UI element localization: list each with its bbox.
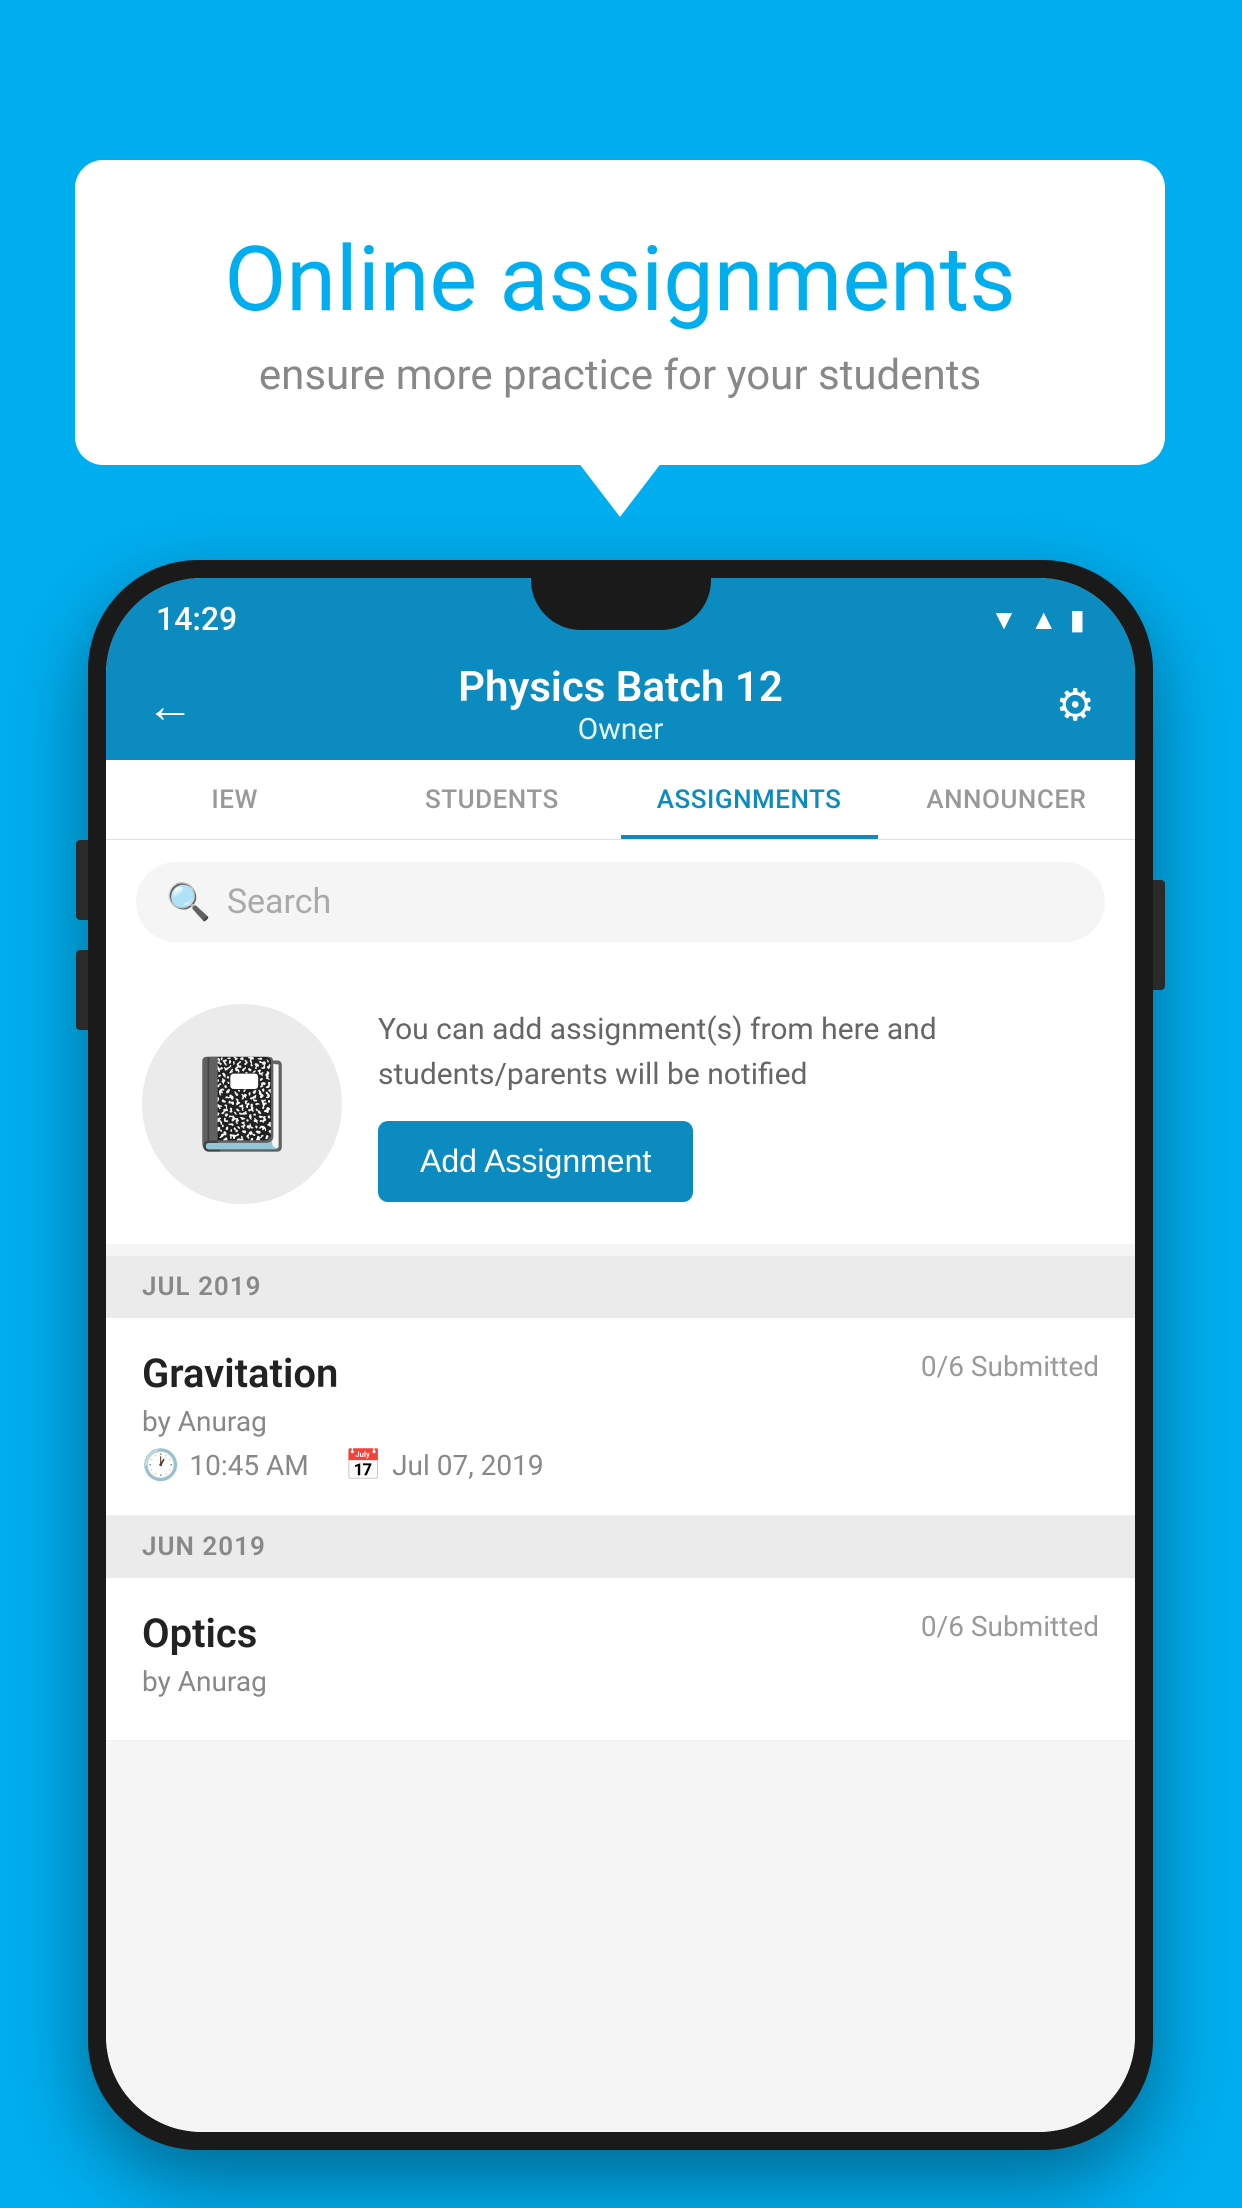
assignment-title-optics: Optics <box>142 1610 257 1657</box>
signal-icon: ▲ <box>1030 603 1058 636</box>
assignment-row: Gravitation 0/6 Submitted <box>142 1350 1099 1397</box>
search-icon: 🔍 <box>166 881 211 923</box>
batch-title: Physics Batch 12 <box>216 663 1025 712</box>
section-header-jul: JUL 2019 <box>106 1256 1135 1318</box>
search-placeholder: Search <box>227 882 331 922</box>
volume-button-2 <box>76 950 88 1030</box>
assignment-meta: 🕐 10:45 AM 📅 Jul 07, 2019 <box>142 1448 1099 1483</box>
phone-mockup: 14:29 ▼ ▲ ▮ ← Physics Batch 12 Owner ⚙ <box>88 560 1153 2150</box>
tab-students[interactable]: STUDENTS <box>363 760 620 839</box>
assignment-submitted: 0/6 Submitted <box>921 1350 1099 1383</box>
tab-iew[interactable]: IEW <box>106 760 363 839</box>
tab-assignments[interactable]: ASSIGNMENTS <box>621 760 878 839</box>
assignment-row-optics: Optics 0/6 Submitted <box>142 1610 1099 1657</box>
assignment-item-optics[interactable]: Optics 0/6 Submitted by Anurag <box>106 1578 1135 1741</box>
settings-button[interactable]: ⚙ <box>1025 679 1095 731</box>
assignment-by: by Anurag <box>142 1405 1099 1438</box>
assignment-time: 🕐 10:45 AM <box>142 1448 309 1483</box>
date-value: Jul 07, 2019 <box>392 1449 544 1482</box>
assignment-title: Gravitation <box>142 1350 338 1397</box>
assignment-submitted-optics: 0/6 Submitted <box>921 1610 1099 1643</box>
time-value: 10:45 AM <box>189 1449 308 1482</box>
wifi-icon: ▼ <box>990 603 1018 636</box>
section-header-jun: JUN 2019 <box>106 1516 1135 1578</box>
assignment-date: 📅 Jul 07, 2019 <box>345 1448 544 1483</box>
assignment-item-gravitation[interactable]: Gravitation 0/6 Submitted by Anurag 🕐 10… <box>106 1318 1135 1516</box>
search-bar-wrapper: 🔍 Search <box>106 840 1135 964</box>
batch-role: Owner <box>216 712 1025 747</box>
back-button[interactable]: ← <box>146 677 216 734</box>
bubble-subtitle: ensure more practice for your students <box>155 351 1085 400</box>
promo-content: You can add assignment(s) from here and … <box>378 1007 1099 1202</box>
promo-section: 📓 You can add assignment(s) from here an… <box>106 964 1135 1244</box>
content-area: 🔍 Search 📓 You can add assignment(s) fro… <box>106 840 1135 2132</box>
header-title-block: Physics Batch 12 Owner <box>216 663 1025 747</box>
volume-button-1 <box>76 840 88 920</box>
bubble-title: Online assignments <box>155 230 1085 329</box>
add-assignment-button[interactable]: Add Assignment <box>378 1121 693 1202</box>
phone-screen: 14:29 ▼ ▲ ▮ ← Physics Batch 12 Owner ⚙ <box>106 578 1135 2132</box>
calendar-icon: 📅 <box>345 1448 382 1483</box>
speech-bubble: Online assignments ensure more practice … <box>75 160 1165 465</box>
tabs-bar: IEW STUDENTS ASSIGNMENTS ANNOUNCER <box>106 760 1135 840</box>
assignment-by-optics: by Anurag <box>142 1665 1099 1698</box>
promo-icon-circle: 📓 <box>142 1004 342 1204</box>
search-bar[interactable]: 🔍 Search <box>136 862 1105 942</box>
battery-icon: ▮ <box>1070 603 1085 636</box>
notebook-icon: 📓 <box>186 1052 298 1157</box>
clock-icon: 🕐 <box>142 1448 179 1483</box>
phone-outer: 14:29 ▼ ▲ ▮ ← Physics Batch 12 Owner ⚙ <box>88 560 1153 2150</box>
speech-bubble-container: Online assignments ensure more practice … <box>75 160 1165 465</box>
status-icons: ▼ ▲ ▮ <box>990 603 1085 636</box>
tab-announcements[interactable]: ANNOUNCER <box>878 760 1135 839</box>
promo-description: You can add assignment(s) from here and … <box>378 1007 1099 1097</box>
status-time: 14:29 <box>156 600 237 638</box>
app-header: ← Physics Batch 12 Owner ⚙ <box>106 650 1135 760</box>
phone-notch <box>531 578 711 630</box>
power-button <box>1153 880 1165 990</box>
